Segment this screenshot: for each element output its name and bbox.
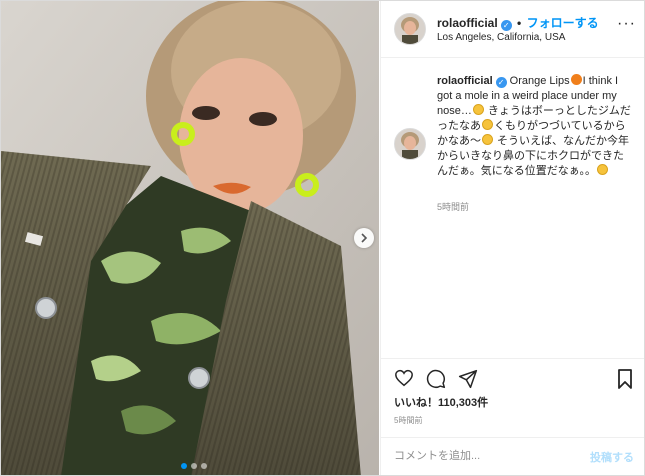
carousel-dot xyxy=(201,463,207,469)
caption-timestamp: 5時間前 xyxy=(437,202,470,212)
next-photo-button[interactable] xyxy=(354,228,374,248)
caption-area: rolaofficial ✓ Orange Lips I think I got a… xyxy=(381,58,644,358)
carousel-indicator xyxy=(181,463,207,469)
post-timestamp: 5時間前 xyxy=(394,416,423,425)
thinking-emoji-icon xyxy=(472,104,484,115)
more-icon[interactable]: ··· xyxy=(617,15,636,33)
separator: • xyxy=(517,16,522,30)
carousel-dot xyxy=(191,463,197,469)
avatar[interactable] xyxy=(394,13,426,45)
share-icon[interactable] xyxy=(458,369,478,389)
post-author: rolaofficial ✓ • フォローする xyxy=(437,14,599,31)
follow-button[interactable]: フォローする xyxy=(527,16,599,30)
chevron-right-icon xyxy=(361,233,368,243)
avatar-image xyxy=(395,129,425,159)
comment-bar: 投稿する xyxy=(381,437,644,475)
post-comment-button[interactable]: 投稿する xyxy=(590,449,634,465)
comment-icon[interactable] xyxy=(426,369,446,389)
thinking-emoji-icon xyxy=(482,134,493,145)
post-sidebar: rolaofficial ✓ • フォローする Los Angeles, Cali… xyxy=(380,1,644,475)
caption-avatar[interactable] xyxy=(394,128,426,160)
verified-icon: ✓ xyxy=(500,20,512,31)
carousel-dot-active xyxy=(181,463,187,469)
username-link[interactable]: rolaofficial xyxy=(437,16,498,30)
post-image xyxy=(1,1,379,475)
post-window: rolaofficial ✓ • フォローする Los Angeles, Cali… xyxy=(0,0,645,476)
thinking-emoji-icon xyxy=(597,164,609,175)
location-link[interactable]: Los Angeles, California, USA xyxy=(437,32,565,43)
action-bar: いいね！110,303件 5時間前 xyxy=(381,358,644,439)
verified-icon: ✓ xyxy=(495,77,507,88)
avatar-image xyxy=(395,14,425,44)
heart-icon[interactable] xyxy=(394,369,414,387)
like-count[interactable]: いいね！110,303件 xyxy=(394,394,488,410)
caption-text: rolaofficial ✓ Orange Lips I think I got a… xyxy=(437,74,633,179)
orange-emoji-icon xyxy=(570,74,582,85)
post-photo[interactable] xyxy=(1,1,379,475)
thinking-emoji-icon xyxy=(482,119,493,130)
bookmark-icon[interactable] xyxy=(617,369,633,389)
caption-username[interactable]: rolaofficial xyxy=(437,75,493,87)
caption-part: Orange Lips xyxy=(506,75,570,87)
comment-input[interactable] xyxy=(394,447,574,465)
post-header: rolaofficial ✓ • フォローする Los Angeles, Cali… xyxy=(381,1,644,58)
